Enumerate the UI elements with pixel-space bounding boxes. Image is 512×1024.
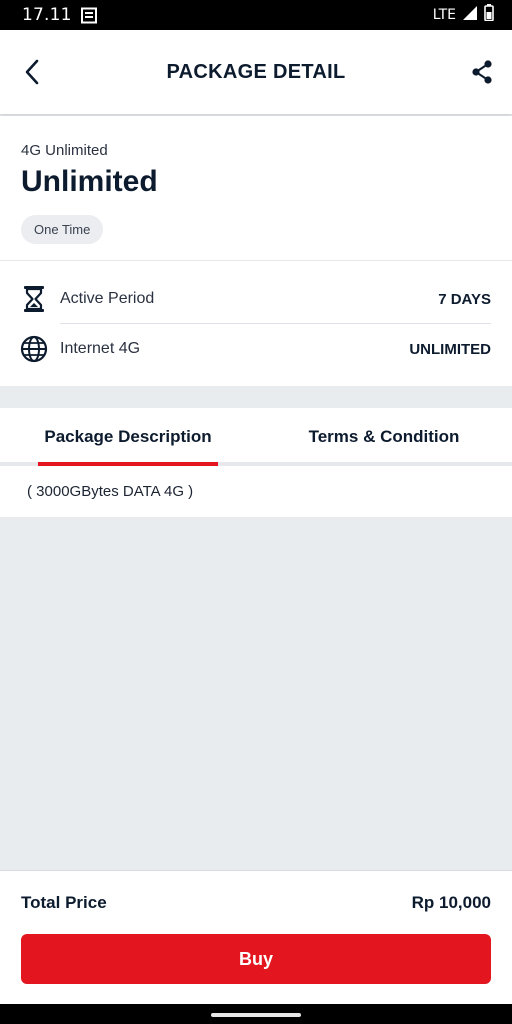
package-type-badge: One Time [21,215,104,244]
package-description-text: ( 3000GBytes DATA 4G ) [0,466,512,517]
back-button[interactable] [12,52,52,92]
detail-row-active-period: Active Period 7 DAYS [0,274,512,324]
detail-row-internet: Internet 4G UNLIMITED [0,324,512,374]
home-gesture-handle[interactable] [211,1013,301,1017]
app-bar: PACKAGE DETAIL [0,30,512,114]
total-price-value: Rp 10,000 [411,893,491,912]
detail-value: 7 DAYS [438,290,491,308]
status-time: 17.11 [22,5,72,25]
share-icon [472,60,492,84]
globe-icon [20,335,48,363]
signal-icon [462,5,478,26]
status-right: LTE [433,4,494,26]
hourglass-icon [20,285,48,313]
network-type: LTE [432,7,456,23]
system-nav-bar [0,1004,512,1024]
tab-package-description[interactable]: Package Description [38,408,218,466]
detail-label: Internet 4G [60,340,141,357]
package-details: Active Period 7 DAYS Internet 4G UNLIMIT… [0,260,512,386]
tab-bar: Package Description Terms & Condition [0,408,512,466]
battery-icon [484,4,494,26]
detail-label: Active Period [60,290,155,307]
detail-value: UNLIMITED [409,340,491,358]
package-header: 4G Unlimited Unlimited One Time [0,116,512,260]
back-arrow-icon [25,59,39,85]
checkout-panel: Total Price Rp 10,000 Buy [0,870,512,1004]
package-category: 4G Unlimited [21,142,108,159]
package-name: Unlimited [21,165,158,198]
tab-terms-condition[interactable]: Terms & Condition [294,408,474,466]
news-notification-icon [80,7,98,24]
share-button[interactable] [462,52,502,92]
page-title: PACKAGE DETAIL [166,60,346,83]
status-bar: 17.11 LTE [0,0,512,30]
buy-button[interactable]: Buy [21,934,491,984]
total-price-label: Total Price [21,893,107,912]
